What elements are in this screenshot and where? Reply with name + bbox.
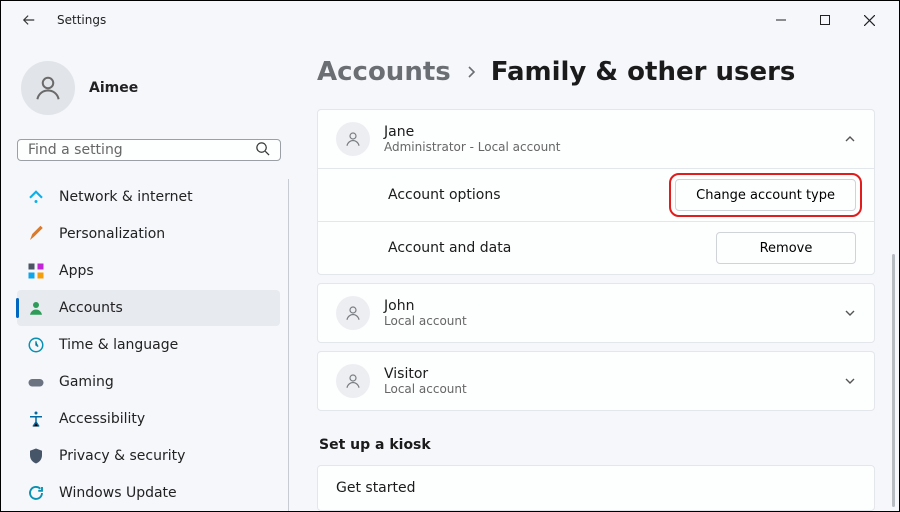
get-started-label: Get started — [336, 480, 416, 496]
sidebar-item-label: Network & internet — [59, 189, 193, 205]
sidebar-item-accounts[interactable]: Accounts — [17, 290, 280, 326]
sidebar-item-update[interactable]: Windows Update — [17, 475, 280, 511]
shield-icon — [27, 447, 45, 465]
user-subtitle: Local account — [384, 382, 830, 396]
chevron-up-icon — [844, 130, 856, 149]
account-data-label: Account and data — [388, 240, 511, 256]
breadcrumb-parent[interactable]: Accounts — [317, 57, 451, 87]
chevron-down-icon — [844, 372, 856, 391]
sidebar-item-accessibility[interactable]: Accessibility — [17, 401, 280, 437]
profile-block[interactable]: Aimee — [17, 39, 281, 139]
sidebar-item-label: Windows Update — [59, 485, 177, 501]
user-card-jane: Jane Administrator - Local account Accou… — [317, 109, 875, 275]
person-icon — [33, 73, 63, 103]
user-card-visitor: Visitor Local account — [317, 351, 875, 411]
maximize-icon — [820, 15, 830, 25]
minimize-icon — [776, 15, 786, 25]
sidebar-item-label: Apps — [59, 263, 94, 279]
profile-avatar — [21, 61, 75, 115]
search-icon — [255, 141, 270, 160]
user-row[interactable]: John Local account — [318, 284, 874, 342]
clock-globe-icon — [27, 336, 45, 354]
sidebar-item-personalization[interactable]: Personalization — [17, 216, 280, 252]
user-card-john: John Local account — [317, 283, 875, 343]
kiosk-card: Get started — [317, 465, 875, 511]
accounts-icon — [27, 299, 45, 317]
user-avatar — [336, 122, 370, 156]
search-field[interactable] — [17, 139, 281, 161]
chevron-right-icon — [465, 63, 477, 82]
gamepad-icon — [27, 373, 45, 391]
breadcrumb-current: Family & other users — [491, 57, 796, 87]
profile-name: Aimee — [89, 80, 138, 96]
search-input[interactable] — [28, 142, 255, 158]
sidebar-item-label: Gaming — [59, 374, 114, 390]
paintbrush-icon — [27, 225, 45, 243]
scrollbar-indicator[interactable] — [892, 254, 895, 507]
remove-button[interactable]: Remove — [716, 232, 856, 264]
sidebar-item-gaming[interactable]: Gaming — [17, 364, 280, 400]
maximize-button[interactable] — [803, 5, 847, 35]
minimize-button[interactable] — [759, 5, 803, 35]
back-button[interactable] — [15, 6, 43, 34]
sidebar-item-label: Personalization — [59, 226, 165, 242]
sidebar-item-privacy[interactable]: Privacy & security — [17, 438, 280, 474]
user-row[interactable]: Jane Administrator - Local account — [318, 110, 874, 168]
window-title: Settings — [57, 13, 106, 27]
arrow-left-icon — [22, 13, 36, 27]
wifi-icon — [27, 188, 45, 206]
chevron-down-icon — [844, 304, 856, 323]
breadcrumb: Accounts Family & other users — [317, 57, 875, 87]
user-name: John — [384, 298, 830, 314]
account-options-label: Account options — [388, 187, 501, 203]
sidebar-item-label: Accessibility — [59, 411, 145, 427]
sidebar-item-time[interactable]: Time & language — [17, 327, 280, 363]
kiosk-row[interactable]: Get started — [318, 466, 874, 510]
update-icon — [27, 484, 45, 502]
kiosk-section-title: Set up a kiosk — [319, 437, 875, 453]
close-icon — [864, 15, 875, 26]
sidebar-item-apps[interactable]: Apps — [17, 253, 280, 289]
user-row[interactable]: Visitor Local account — [318, 352, 874, 410]
user-avatar — [336, 364, 370, 398]
user-name: Visitor — [384, 366, 830, 382]
accessibility-icon — [27, 410, 45, 428]
change-account-type-button[interactable]: Change account type — [675, 179, 856, 211]
sidebar-item-label: Accounts — [59, 300, 123, 316]
user-subtitle: Administrator - Local account — [384, 140, 830, 154]
user-avatar — [336, 296, 370, 330]
sidebar-item-network[interactable]: Network & internet — [17, 179, 280, 215]
user-subtitle: Local account — [384, 314, 830, 328]
user-name: Jane — [384, 124, 830, 140]
sidebar-item-label: Time & language — [59, 337, 178, 353]
close-button[interactable] — [847, 5, 891, 35]
sidebar-item-label: Privacy & security — [59, 448, 185, 464]
apps-icon — [27, 262, 45, 280]
